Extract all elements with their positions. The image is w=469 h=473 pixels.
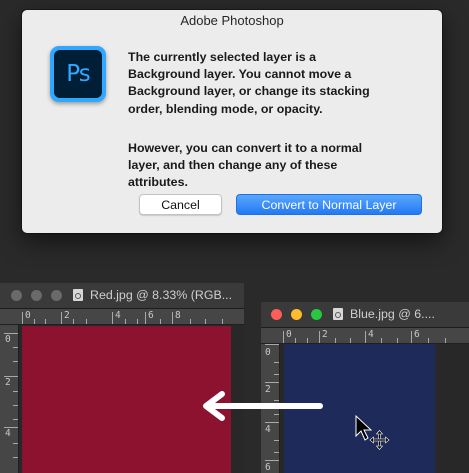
zoom-button[interactable]	[51, 290, 62, 301]
close-button[interactable]	[11, 290, 22, 301]
dialog-message: The currently selected layer is a Backgr…	[128, 50, 370, 116]
minimize-button[interactable]	[31, 290, 42, 301]
window-title: Blue.jpg @ 6....	[350, 307, 435, 321]
close-button[interactable]	[271, 309, 282, 320]
move-cursor-icon	[355, 414, 390, 450]
document-icon	[73, 289, 83, 301]
window-titlebar[interactable]: Blue.jpg @ 6....	[261, 302, 469, 328]
dialog-title: Adobe Photoshop	[180, 13, 284, 28]
alert-dialog: Adobe Photoshop Ps The currently selecte…	[22, 10, 442, 233]
left-arrow-icon	[203, 391, 323, 421]
zoom-button[interactable]	[311, 309, 322, 320]
cancel-button[interactable]: Cancel	[139, 194, 222, 215]
horizontal-ruler[interactable]: 0 2 4 6	[261, 328, 469, 344]
window-titlebar[interactable]: Red.jpg @ 8.33% (RGB...	[0, 283, 244, 309]
minimize-button[interactable]	[291, 309, 302, 320]
photoshop-logo-icon: Ps	[50, 46, 106, 102]
document-window-red: Red.jpg @ 8.33% (RGB... 0 2 4 6 8 0 2 4	[0, 283, 244, 473]
logo-text: Ps	[66, 61, 90, 87]
window-title: Red.jpg @ 8.33% (RGB...	[90, 288, 233, 302]
vertical-ruler[interactable]: 0 2 4	[0, 325, 19, 473]
document-icon	[333, 308, 343, 320]
horizontal-ruler[interactable]: 0 2 4 6 8	[0, 309, 244, 325]
convert-to-normal-layer-button[interactable]: Convert to Normal Layer	[236, 194, 422, 215]
dialog-secondary-message: However, you can convert it to a normal …	[128, 141, 363, 190]
